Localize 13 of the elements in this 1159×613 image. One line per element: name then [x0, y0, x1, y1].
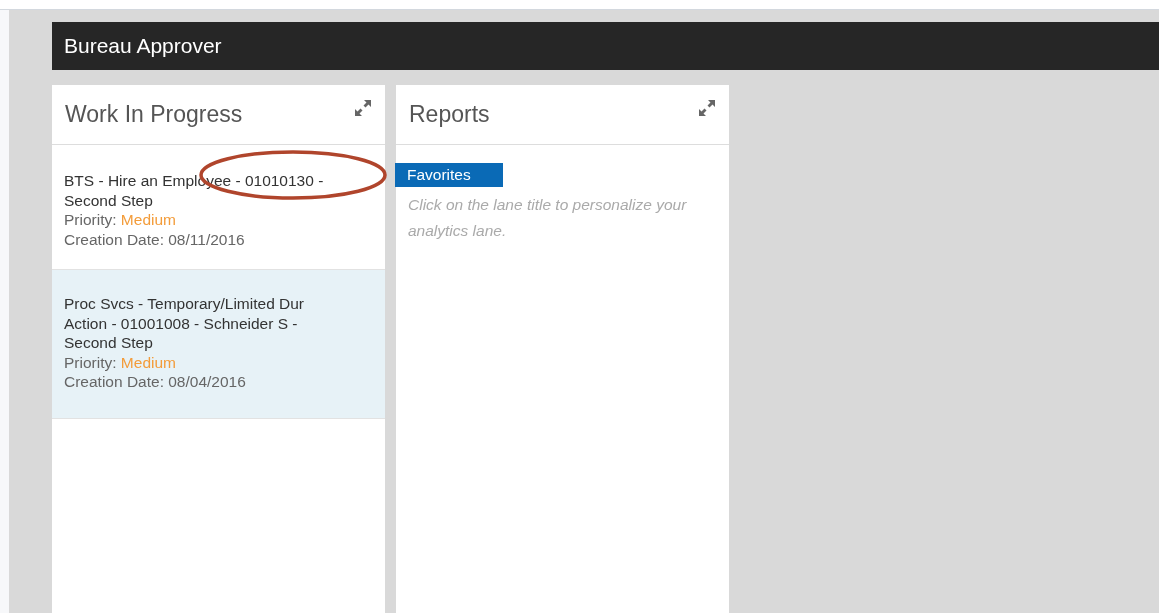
- creation-date: Creation Date: 08/11/2016: [64, 229, 246, 249]
- priority-label: Priority: Medium: [64, 352, 177, 372]
- lane-title[interactable]: Reports: [409, 101, 490, 128]
- expand-icon[interactable]: [697, 98, 717, 118]
- hint-text: Click on the lane title to personalize your analytics lane.: [407, 195, 688, 241]
- creation-date: Creation Date: 08/04/2016: [64, 372, 247, 392]
- task-item[interactable]: Proc Svcs - Temporary/Limited Dur Action - 01001008 - Schneider S - Second Step Priority: Medium Creation Date: 08/04/2016: [52, 270, 385, 419]
- lane-title[interactable]: Work In Progress: [65, 101, 243, 128]
- page-title: Bureau Approver: [64, 34, 222, 58]
- expand-icon[interactable]: [353, 98, 373, 118]
- task-title: Proc Svcs - Temporary/Limited Dur Action - 01001008 - Schneider S - Second Step: [64, 294, 306, 353]
- priority-label: Priority: Medium: [64, 210, 177, 230]
- favorites-tab[interactable]: Favorites: [395, 163, 503, 187]
